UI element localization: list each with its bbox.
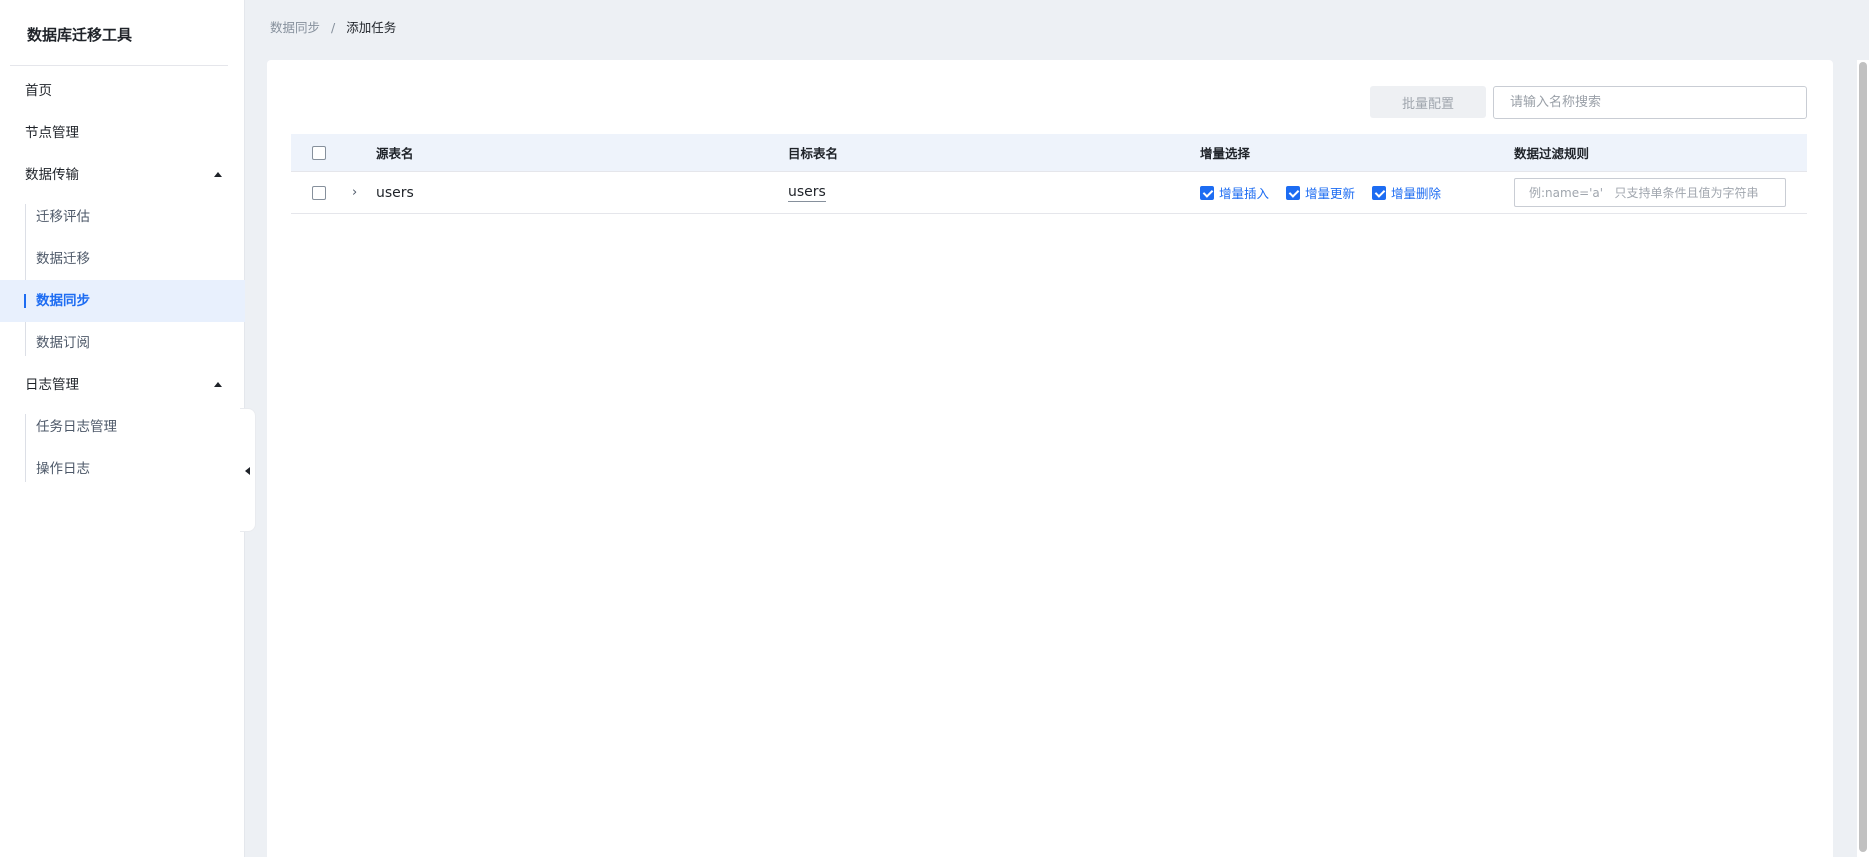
- sidebar-submenu-data-transfer: 迁移评估 数据迁移 数据同步 数据订阅: [0, 196, 245, 364]
- sidebar-item-label: 任务日志管理: [36, 419, 117, 435]
- incremental-delete-option[interactable]: 增量删除: [1372, 183, 1441, 202]
- app-title: 数据库迁移工具: [10, 0, 228, 66]
- filter-rule-input[interactable]: [1514, 178, 1786, 207]
- scrollbar-thumb[interactable]: [1859, 62, 1867, 852]
- breadcrumb-parent-link[interactable]: 数据同步: [270, 20, 320, 35]
- header-checkbox-cell: [312, 134, 326, 171]
- page-scrollbar[interactable]: [1857, 60, 1869, 857]
- sidebar-collapse-button[interactable]: [240, 408, 256, 532]
- incremental-delete-checkbox[interactable]: [1372, 185, 1387, 200]
- option-label: 增量更新: [1305, 186, 1356, 201]
- sidebar-item-operation-log[interactable]: 操作日志: [0, 448, 245, 490]
- table-mapping: 源表名 目标表名 增量选择 数据过滤规则 › users users 增量插入 …: [291, 134, 1807, 214]
- filter-cell: [1514, 172, 1786, 213]
- main-card: 批量配置 源表名 目标表名 增量选择 数据过滤规则 › us: [267, 60, 1833, 857]
- sidebar-item-data-subscription[interactable]: 数据订阅: [0, 322, 245, 364]
- column-header-filter: 数据过滤规则: [1514, 146, 1590, 161]
- column-header-source: 源表名: [376, 146, 414, 161]
- sidebar-item-node-management[interactable]: 节点管理: [0, 112, 245, 154]
- sidebar-item-migration-assessment[interactable]: 迁移评估: [0, 196, 245, 238]
- expand-cell: ›: [352, 172, 357, 213]
- option-label: 增量插入: [1219, 186, 1270, 201]
- search-input[interactable]: [1493, 86, 1807, 119]
- target-table-name[interactable]: users: [788, 184, 826, 202]
- caret-left-icon: [245, 467, 250, 475]
- app-root: 数据库迁移工具 首页 节点管理 数据传输 迁移评估 数据迁移 数据同步 数据订阅…: [0, 0, 1869, 857]
- column-header-target: 目标表名: [788, 146, 839, 161]
- row-checkbox-cell: [312, 172, 326, 213]
- incremental-update-checkbox[interactable]: [1286, 185, 1301, 200]
- target-cell: users: [788, 172, 826, 213]
- sidebar-item-label: 迁移评估: [36, 209, 90, 225]
- incremental-cell: 增量插入 增量更新 增量删除: [1200, 172, 1458, 213]
- option-label: 增量删除: [1391, 186, 1442, 201]
- caret-up-icon: [214, 382, 222, 387]
- breadcrumb-separator: /: [331, 20, 336, 35]
- sidebar-item-data-sync[interactable]: 数据同步: [0, 280, 245, 322]
- breadcrumb: 数据同步 / 添加任务: [270, 17, 396, 36]
- sidebar-group-label: 日志管理: [25, 377, 79, 393]
- sidebar: 数据库迁移工具 首页 节点管理 数据传输 迁移评估 数据迁移 数据同步 数据订阅…: [0, 0, 245, 857]
- sidebar-menu: 首页 节点管理 数据传输 迁移评估 数据迁移 数据同步 数据订阅 日志管理 任务…: [0, 70, 245, 490]
- select-all-checkbox[interactable]: [312, 145, 326, 160]
- source-cell: users: [376, 172, 414, 213]
- sidebar-submenu-log-management: 任务日志管理 操作日志: [0, 406, 245, 490]
- row-checkbox[interactable]: [312, 185, 326, 200]
- sidebar-item-home[interactable]: 首页: [0, 70, 245, 112]
- active-indicator: [24, 294, 26, 308]
- column-header-incremental: 增量选择: [1200, 146, 1251, 161]
- sidebar-item-label: 操作日志: [36, 461, 90, 477]
- caret-up-icon: [214, 172, 222, 177]
- incremental-update-option[interactable]: 增量更新: [1286, 183, 1355, 202]
- breadcrumb-current: 添加任务: [346, 20, 397, 35]
- sidebar-group-log-management[interactable]: 日志管理: [0, 364, 245, 406]
- sidebar-item-label: 节点管理: [25, 125, 79, 141]
- sidebar-item-task-log[interactable]: 任务日志管理: [0, 406, 245, 448]
- chevron-right-icon[interactable]: ›: [352, 185, 357, 200]
- sidebar-item-label: 数据同步: [36, 293, 90, 309]
- table-row: › users users 增量插入 增量更新 增量删除 例:name='a' …: [291, 172, 1807, 214]
- sidebar-item-label: 数据迁移: [36, 251, 90, 267]
- table-header: 源表名 目标表名 增量选择 数据过滤规则: [291, 134, 1807, 172]
- incremental-insert-option[interactable]: 增量插入: [1200, 183, 1269, 202]
- sidebar-item-label: 数据订阅: [36, 335, 90, 351]
- source-table-name: users: [376, 184, 414, 201]
- sidebar-item-label: 首页: [25, 83, 52, 99]
- sidebar-group-label: 数据传输: [25, 167, 79, 183]
- sidebar-group-data-transfer[interactable]: 数据传输: [0, 154, 245, 196]
- sidebar-item-data-migration[interactable]: 数据迁移: [0, 238, 245, 280]
- batch-config-button[interactable]: 批量配置: [1370, 86, 1486, 118]
- incremental-insert-checkbox[interactable]: [1200, 185, 1214, 200]
